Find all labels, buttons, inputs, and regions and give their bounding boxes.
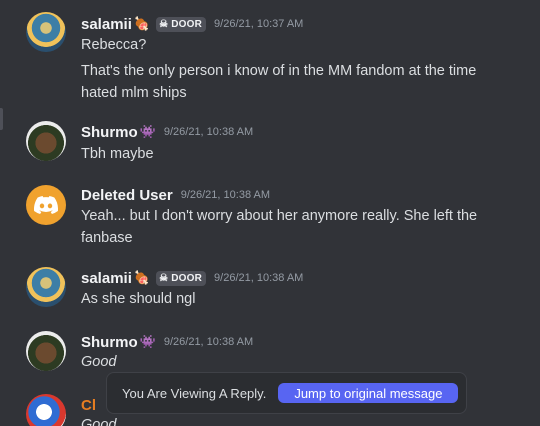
username[interactable]: Cl [81,397,96,414]
alien-monster-emoji: 👾 [139,334,156,350]
door-badge[interactable]: ☠ DOOR [156,270,207,286]
message-text: Good [81,417,117,426]
timestamp[interactable]: 9/26/21, 10:38 AM [164,336,253,348]
avatar[interactable] [26,394,66,426]
username[interactable]: Deleted User [81,187,173,204]
username[interactable]: Shurmo [81,124,138,141]
message-header: salamii 🍖 ☠ DOOR 9/26/21, 10:37 AM [81,14,303,34]
message-header: Shurmo 👾 9/26/21, 10:38 AM [81,332,253,352]
message-header: Cl [81,395,96,415]
message-text: Rebecca? [81,37,147,53]
timestamp[interactable]: 9/26/21, 10:38 AM [181,189,270,201]
avatar[interactable] [26,12,66,52]
timestamp[interactable]: 9/26/21, 10:38 AM [214,272,303,284]
meat-emoji: 🍖 [133,270,151,286]
timestamp[interactable]: 9/26/21, 10:37 AM [214,18,303,30]
message-text: As she should ngl [81,291,196,307]
message-text: Good [81,354,117,370]
message-text: Yeah... but I don't worry about her anym… [81,208,478,246]
door-badge[interactable]: ☠ DOOR [156,16,207,32]
username[interactable]: salamii [81,270,132,287]
avatar[interactable] [26,121,66,161]
avatar[interactable] [26,331,66,371]
reply-banner-label: You Are Viewing A Reply. [122,385,267,401]
message-header: Shurmo 👾 9/26/21, 10:38 AM [81,122,253,142]
discord-logo-icon [34,196,58,214]
message-text: Tbh maybe [81,146,154,162]
message-text: That's the only person i know of in the … [81,63,477,101]
badge-label: DOOR [171,18,203,30]
badge-label: DOOR [171,272,203,284]
skull-icon: ☠ [159,272,169,284]
message-header: salamii 🍖 ☠ DOOR 9/26/21, 10:38 AM [81,268,303,288]
avatar[interactable] [26,267,66,307]
unread-indicator [0,108,3,130]
message-header: Deleted User 9/26/21, 10:38 AM [81,185,270,205]
timestamp[interactable]: 9/26/21, 10:38 AM [164,126,253,138]
alien-monster-emoji: 👾 [139,124,156,140]
jump-to-original-button[interactable]: Jump to original message [278,383,459,403]
username[interactable]: salamii [81,16,132,33]
username[interactable]: Shurmo [81,334,138,351]
skull-icon: ☠ [159,18,169,30]
avatar[interactable] [26,185,66,225]
reply-banner: You Are Viewing A Reply. Jump to origina… [106,372,467,414]
meat-emoji: 🍖 [133,16,151,32]
